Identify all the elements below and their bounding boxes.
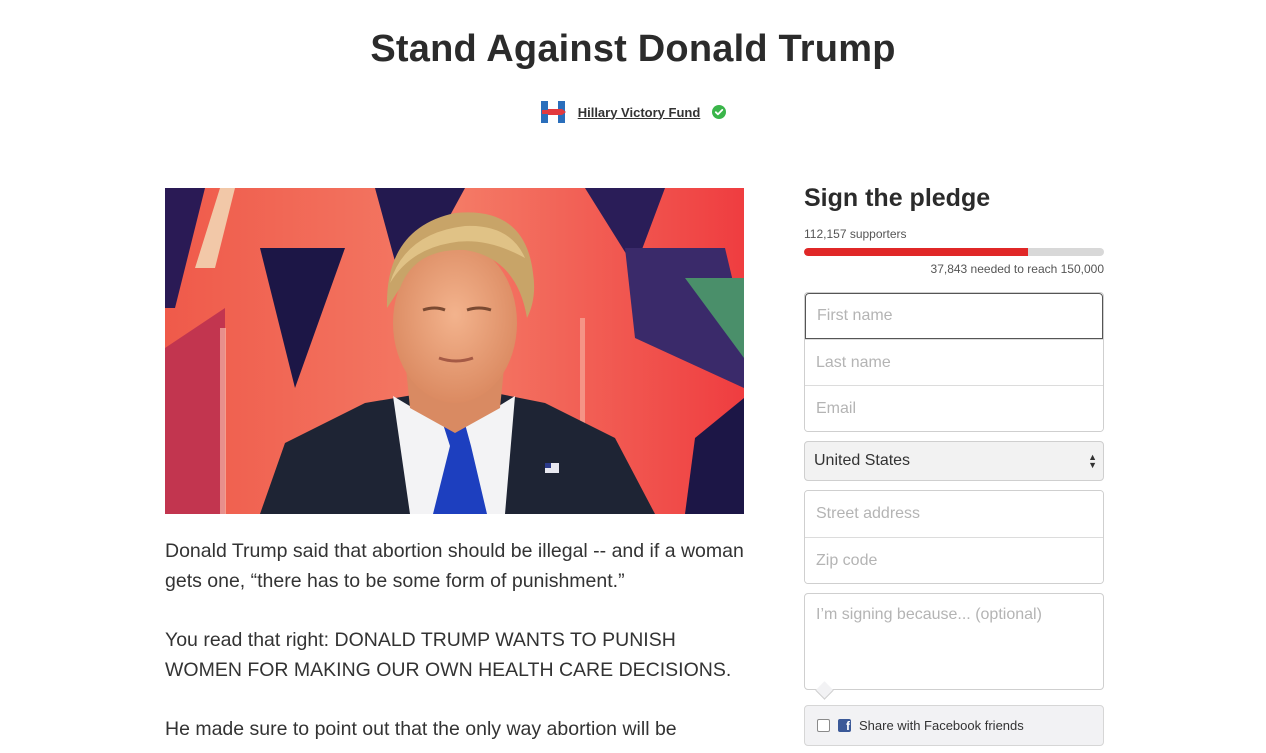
verified-check-icon	[712, 105, 727, 119]
organization-byline: Hillary Victory Fund	[0, 100, 1266, 124]
organization-link[interactable]: Hillary Victory Fund	[578, 105, 701, 120]
pledge-form-panel: Sign the pledge 112,157 supporters 37,84…	[804, 180, 1104, 746]
hillary-h-logo-icon	[540, 100, 566, 124]
zip-code-input[interactable]	[805, 537, 1103, 583]
page-title: Stand Against Donald Trump	[370, 28, 896, 70]
progress-bar-fill	[804, 248, 1029, 256]
facebook-share-option[interactable]: f Share with Facebook friends	[804, 705, 1104, 746]
email-input[interactable]	[805, 385, 1103, 431]
share-checkbox[interactable]	[817, 719, 830, 732]
last-name-input[interactable]	[805, 339, 1103, 385]
description-paragraph: He made sure to point out that the only …	[165, 718, 677, 740]
donald-trump-photo	[165, 188, 744, 514]
signing-reason-textarea[interactable]	[804, 593, 1104, 690]
reason-box	[804, 593, 1104, 700]
signatures-needed-text: 37,843 needed to reach 150,000	[930, 262, 1104, 276]
petition-description: Donald Trump said that abortion should b…	[165, 536, 745, 753]
street-address-input[interactable]	[805, 491, 1103, 537]
address-fields	[804, 490, 1104, 584]
facebook-icon: f	[838, 719, 851, 732]
country-select-value: United States	[814, 452, 911, 469]
share-label: Share with Facebook friends	[859, 718, 1024, 733]
country-select[interactable]: United States ▲ ▼	[804, 441, 1104, 481]
first-name-input[interactable]	[805, 293, 1103, 339]
name-email-fields	[804, 292, 1104, 432]
progress-bar	[804, 248, 1104, 256]
select-arrows-icon: ▲ ▼	[1088, 452, 1097, 470]
pledge-heading: Sign the pledge	[804, 184, 991, 212]
description-paragraph: Donald Trump said that abortion should b…	[165, 540, 744, 592]
supporters-count: 112,157 supporters	[804, 227, 907, 241]
petition-page: Stand Against Donald Trump Hillary Victo…	[0, 0, 1266, 753]
description-paragraph: You read that right: DONALD TRUMP WANTS …	[165, 629, 732, 681]
